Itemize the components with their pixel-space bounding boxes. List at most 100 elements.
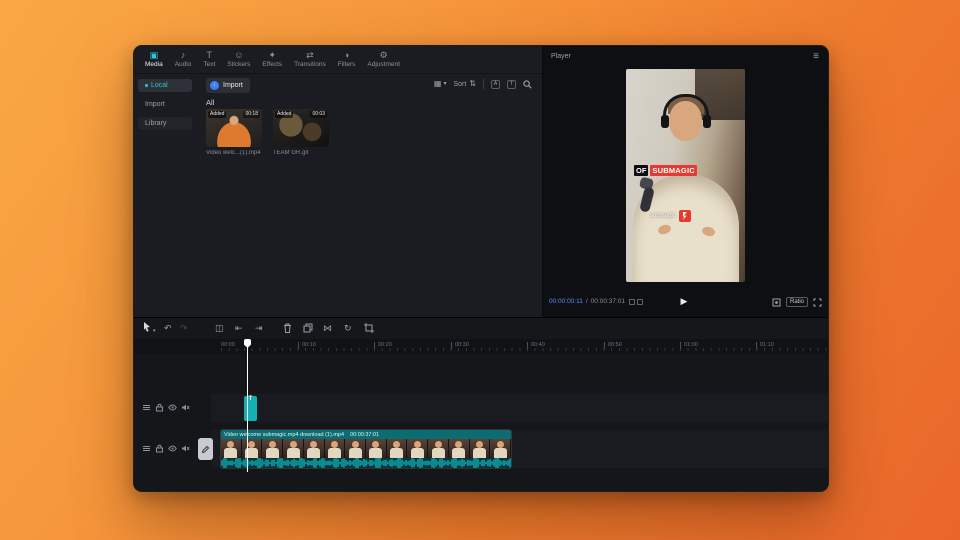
waveform-svg <box>221 458 511 468</box>
import-arrow-icon: ↓ <box>210 81 219 90</box>
player-title: Player <box>551 53 571 60</box>
text-icon: T <box>206 50 213 60</box>
lock-icon[interactable] <box>155 444 164 453</box>
play-button[interactable]: ▶ <box>681 296 688 307</box>
video-clip[interactable]: Video welcome submagic.mp4 download (1).… <box>221 430 511 468</box>
mute-icon[interactable] <box>181 403 190 412</box>
ruler-label: 01:10 <box>756 342 774 349</box>
fullscreen-icon[interactable] <box>813 298 822 307</box>
player-controls: 00:00:00:11 / 00:00:37:01 ▶ Ratio <box>543 295 828 309</box>
track-options-icon[interactable] <box>142 403 151 412</box>
lock-icon[interactable] <box>155 403 164 412</box>
tab-text[interactable]: T Text <box>198 47 220 73</box>
chevron-down-icon[interactable]: ▾ <box>443 79 446 89</box>
waveform-path <box>221 458 511 468</box>
track-options-icon[interactable] <box>142 444 151 453</box>
delete-right-icon[interactable]: ⇥ <box>255 322 263 334</box>
tab-media[interactable]: ▣ Media <box>140 47 168 73</box>
headphone-cup-left <box>660 115 669 128</box>
duration-badge: 00:03 <box>310 111 327 118</box>
player-menu-icon[interactable]: ≡ <box>813 51 819 62</box>
tab-audio[interactable]: ♪ Audio <box>170 47 197 73</box>
ruler-label: 00:40 <box>527 342 545 349</box>
crop-icon[interactable] <box>364 323 374 333</box>
sort-icon[interactable]: ⇅ <box>469 79 476 89</box>
rotate-icon[interactable]: ↻ <box>344 322 352 334</box>
transitions-icon: ⇄ <box>306 50 314 60</box>
video-editor-window: ▣ Media ♪ Audio T Text ☺ Stickers ✦ Effects ⇄… <box>133 45 829 492</box>
filters-icon: ◑ <box>343 50 350 60</box>
media-view-controls: ▦ ▾ Sort ⇅ A T <box>434 79 532 89</box>
ruler-label: 01:00 <box>680 342 698 349</box>
media-item-video[interactable]: Added 00:18 <box>206 109 262 147</box>
select-cursor-icon[interactable] <box>142 321 152 333</box>
tab-filters[interactable]: ◑ Filters <box>333 47 361 73</box>
delete-icon[interactable] <box>283 323 292 334</box>
sidebar-item-local[interactable]: Local <box>138 79 192 92</box>
ratio-button[interactable]: Ratio <box>785 297 808 307</box>
search-icon[interactable] <box>523 79 532 89</box>
total-duration: 00:00:37:01 <box>590 298 626 305</box>
mute-icon[interactable] <box>181 444 190 453</box>
bullet-icon <box>145 84 148 87</box>
tab-effects[interactable]: ✦ Effects <box>257 47 287 73</box>
audio-icon: ♪ <box>180 50 186 60</box>
media-item-gif[interactable]: Added 00:03 <box>273 109 329 147</box>
filter-a-icon[interactable]: A <box>491 79 500 89</box>
import-button[interactable]: ↓ Import <box>206 78 250 93</box>
sidebar-item-import[interactable]: Import <box>138 98 192 111</box>
delete-left-icon[interactable]: ⇤ <box>235 322 243 334</box>
media-item-name: Video welc...(1).mp4 <box>206 150 261 156</box>
display-option-icon-b[interactable] <box>637 299 643 305</box>
redo-icon[interactable]: ↷ <box>180 322 188 334</box>
text-track-lane[interactable] <box>211 394 828 422</box>
mirror-icon[interactable]: ⋈ <box>323 322 332 334</box>
tab-adjustment[interactable]: ⚙ Adjustment <box>362 47 405 73</box>
clip-name: Video welcome submagic.mp4 download (1).… <box>224 431 345 438</box>
timecode-display: 00:00:00:11 / 00:00:37:01 <box>549 298 626 305</box>
grid-view-icon[interactable]: ▦ <box>434 79 442 89</box>
filmstrip <box>221 439 511 458</box>
cursor-chevron-icon[interactable]: ▾ <box>153 325 156 337</box>
clip-duration: 00:00:37:01 <box>350 431 380 438</box>
headphone-cup-right <box>702 115 711 128</box>
undo-icon[interactable]: ↶ <box>164 322 172 334</box>
duration-badge: 00:18 <box>243 111 260 118</box>
added-badge: Added <box>275 111 294 118</box>
brand-row: submagic <box>650 210 691 222</box>
split-icon[interactable]: ◫ <box>215 322 224 334</box>
sort-label[interactable]: Sort <box>453 81 466 88</box>
caption-word-of: OF <box>634 165 649 176</box>
edit-cover-button[interactable] <box>198 438 213 460</box>
text-clip[interactable]: T <box>244 396 257 421</box>
tab-transitions[interactable]: ⇄ Transitions <box>289 47 331 73</box>
ruler-label: 00:30 <box>451 342 469 349</box>
media-item-name: TEAM GR.gif <box>273 150 309 156</box>
timeline-toolbar: ▾ ↶ ↷ ◫ ⇤ ⇥ ⋈ ↻ <box>134 318 828 340</box>
video-preview[interactable]: OF SUBMAGIC submagic <box>626 69 745 282</box>
caption-overlay: OF SUBMAGIC <box>634 165 697 176</box>
divider <box>483 79 484 89</box>
tab-stickers[interactable]: ☺ Stickers <box>222 47 255 73</box>
ruler-label: 00:50 <box>604 342 622 349</box>
sidebar-item-library[interactable]: Library <box>138 117 192 130</box>
copy-icon[interactable] <box>303 323 313 333</box>
current-time: 00:00:00:11 <box>549 298 583 305</box>
player-panel: Player ≡ OF SUBMAGIC submagic 00:00:00:1… <box>543 46 828 317</box>
playhead-line[interactable] <box>247 339 248 472</box>
timeline-ruler[interactable]: 00:00 00:10 00:20 00:30 00:40 00:50 01:0… <box>134 339 828 353</box>
visibility-icon[interactable] <box>168 444 177 453</box>
ruler-label: 00:10 <box>298 342 316 349</box>
ruler-label: 00:00 <box>221 342 235 348</box>
added-badge: Added <box>208 111 227 118</box>
snapshot-icon[interactable] <box>772 298 781 307</box>
filter-t-icon[interactable]: T <box>507 79 516 89</box>
media-tabbar: ▣ Media ♪ Audio T Text ☺ Stickers ✦ Effects ⇄… <box>134 46 542 74</box>
timeline-panel: ▾ ↶ ↷ ◫ ⇤ ⇥ ⋈ ↻ 00:00 00:10 00:20 00:30 … <box>134 317 828 491</box>
display-option-icons <box>629 299 643 305</box>
pencil-icon <box>201 445 210 453</box>
desktop-background: ▣ Media ♪ Audio T Text ☺ Stickers ✦ Effects ⇄… <box>0 0 960 540</box>
caption-word-submagic: SUBMAGIC <box>650 165 697 176</box>
display-option-icon-a[interactable] <box>629 299 635 305</box>
visibility-icon[interactable] <box>168 403 177 412</box>
